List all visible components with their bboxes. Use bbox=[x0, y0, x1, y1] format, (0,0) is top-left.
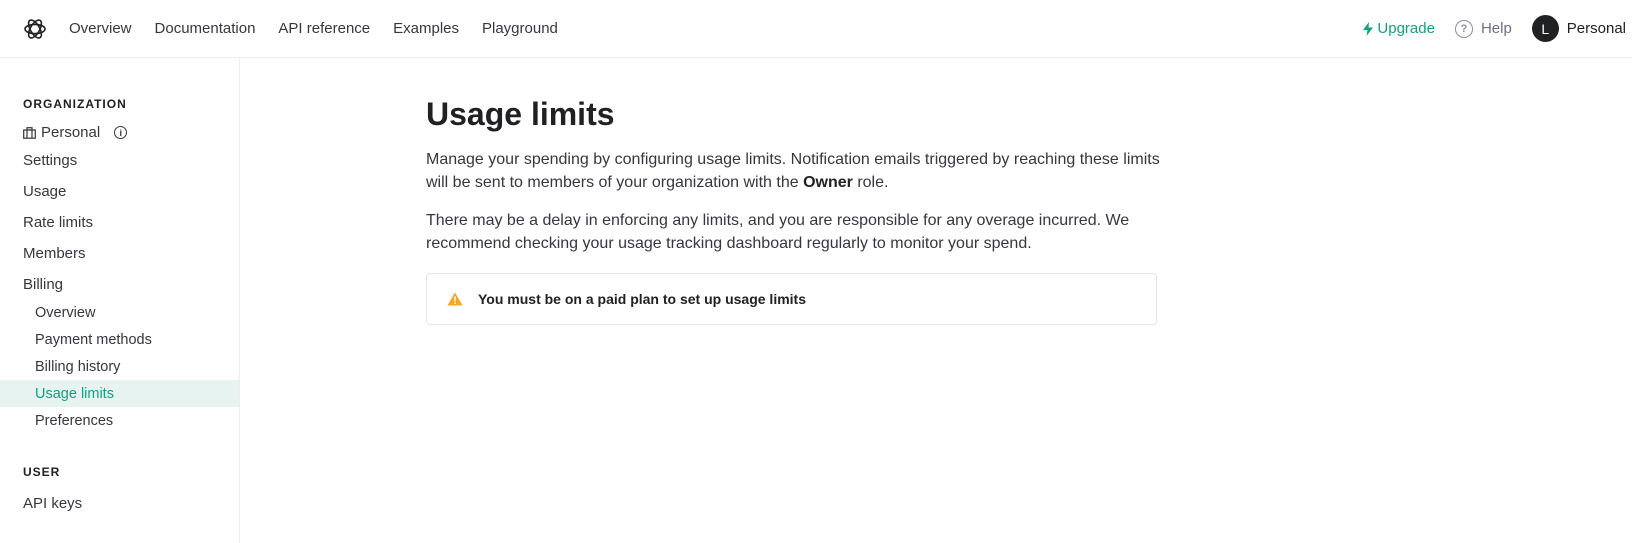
page-title: Usage limits bbox=[426, 96, 615, 132]
main-nav: Overview Documentation API reference Exa… bbox=[69, 0, 581, 57]
avatar: L bbox=[1531, 15, 1559, 42]
openai-logo-icon[interactable] bbox=[22, 16, 48, 42]
upgrade-button[interactable]: Upgrade bbox=[1363, 20, 1435, 37]
help-button[interactable]: ? Help bbox=[1454, 19, 1512, 38]
briefcase-icon bbox=[23, 126, 36, 139]
lightning-icon bbox=[1363, 21, 1374, 36]
account-menu[interactable]: L Personal bbox=[1531, 15, 1626, 42]
organization-selector[interactable]: Personal i bbox=[23, 124, 128, 141]
user-section-label: USER bbox=[23, 465, 61, 479]
help-label: Help bbox=[1480, 20, 1512, 37]
sidebar-item-settings[interactable]: Settings bbox=[0, 147, 239, 174]
sidebar-item-billing[interactable]: Billing bbox=[0, 271, 239, 298]
owner-role-text: Owner bbox=[803, 174, 853, 191]
nav-playground[interactable]: Playground bbox=[482, 20, 558, 37]
top-navigation-bar: Overview Documentation API reference Exa… bbox=[0, 0, 1632, 58]
sidebar-subitem-usage-limits[interactable]: Usage limits bbox=[0, 380, 239, 407]
header-actions: Upgrade ? Help L Personal bbox=[1363, 0, 1632, 57]
description-text-end: role. bbox=[852, 174, 889, 191]
paid-plan-alert: You must be on a paid plan to set up usa… bbox=[426, 273, 1157, 325]
description-paragraph: Manage your spending by configuring usag… bbox=[426, 148, 1161, 194]
sidebar-item-api-keys[interactable]: API keys bbox=[0, 490, 239, 517]
sidebar: ORGANIZATION Personal i Settings Usage R… bbox=[0, 58, 240, 543]
nav-documentation[interactable]: Documentation bbox=[155, 20, 256, 37]
disclaimer-paragraph: There may be a delay in enforcing any li… bbox=[426, 212, 1130, 252]
description-text-start: Manage your spending by configuring usag… bbox=[426, 151, 1160, 191]
sidebar-subitem-overview[interactable]: Overview bbox=[0, 299, 239, 326]
info-icon[interactable]: i bbox=[114, 126, 128, 139]
organization-section-label: ORGANIZATION bbox=[23, 97, 127, 111]
upgrade-label: Upgrade bbox=[1377, 20, 1435, 37]
account-name: Personal bbox=[1566, 20, 1626, 37]
nav-examples[interactable]: Examples bbox=[393, 20, 459, 37]
sidebar-subitem-preferences[interactable]: Preferences bbox=[0, 407, 239, 434]
sidebar-subitem-billing-history[interactable]: Billing history bbox=[0, 353, 239, 380]
organization-name: Personal bbox=[41, 124, 101, 141]
nav-api-reference[interactable]: API reference bbox=[278, 20, 370, 37]
alert-message: You must be on a paid plan to set up usa… bbox=[478, 291, 807, 307]
sidebar-subitem-payment-methods[interactable]: Payment methods bbox=[0, 326, 239, 353]
sidebar-item-usage[interactable]: Usage bbox=[0, 178, 239, 205]
sidebar-item-rate-limits[interactable]: Rate limits bbox=[0, 209, 239, 236]
question-circle-icon: ? bbox=[1454, 19, 1473, 38]
sidebar-item-members[interactable]: Members bbox=[0, 240, 239, 267]
warning-triangle-icon bbox=[447, 292, 463, 306]
nav-overview[interactable]: Overview bbox=[69, 20, 132, 37]
